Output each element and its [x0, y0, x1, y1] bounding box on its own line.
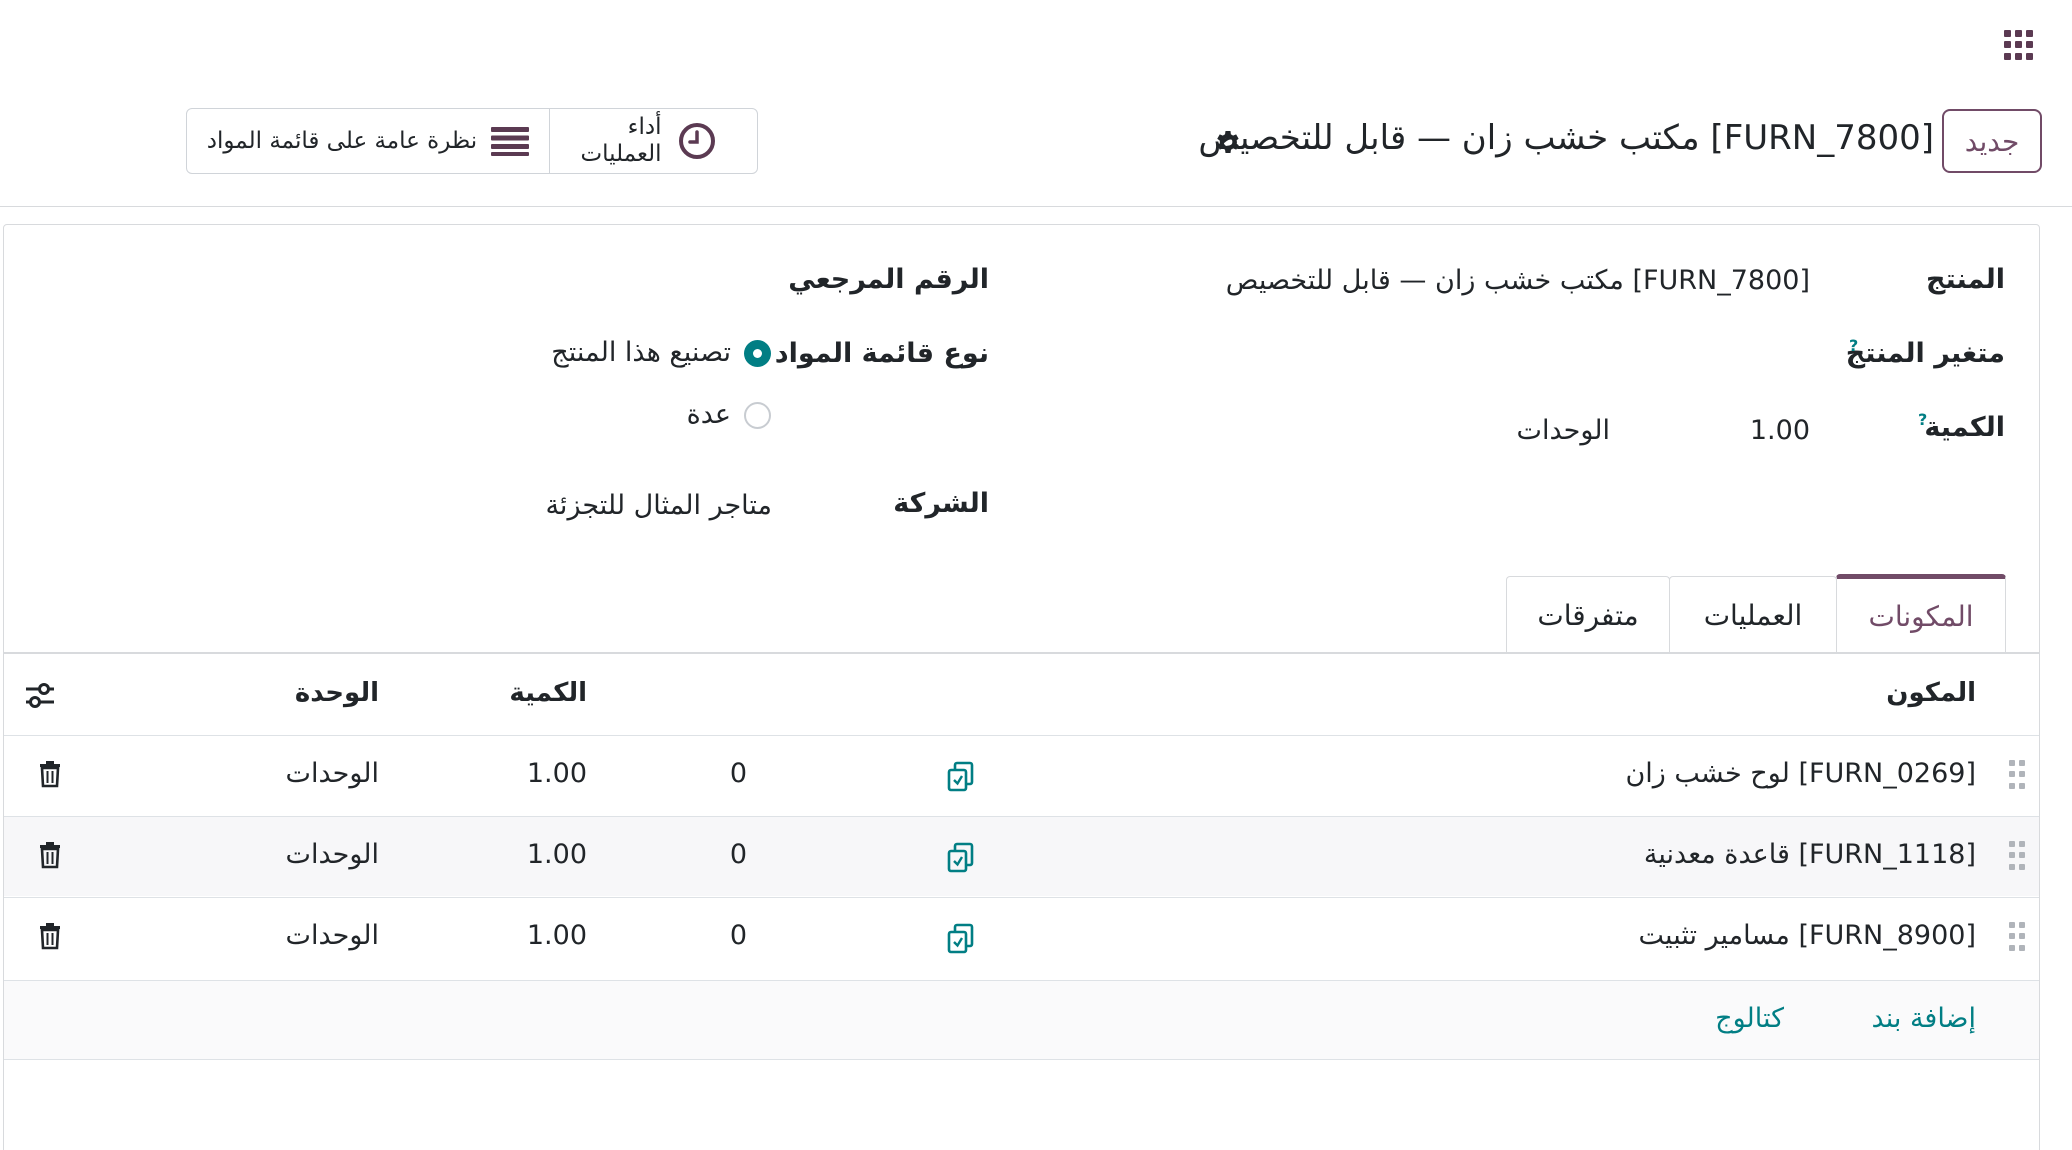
- quantity-label: الكمية: [1924, 412, 2005, 443]
- company-label: الشركة: [893, 488, 989, 519]
- gear-icon[interactable]: [1213, 127, 1243, 157]
- tab-operations[interactable]: العمليات: [1669, 576, 1837, 654]
- column-quantity[interactable]: الكمية: [509, 678, 587, 708]
- list-icon: [491, 127, 530, 156]
- tabs-separator: [3, 652, 2040, 654]
- product-field[interactable]: [FURN_7800] مكتب خشب زان — قابل للتخصيص: [1226, 265, 1810, 296]
- new-button[interactable]: جديد: [1942, 109, 2042, 173]
- copies-cell: 0: [729, 920, 747, 951]
- column-unit[interactable]: الوحدة: [295, 678, 379, 708]
- trash-icon[interactable]: [38, 922, 62, 950]
- table-row[interactable]: [FURN_8900] مسامير تثبيت 0 1.00 الوحدات: [4, 897, 2039, 977]
- quantity-cell[interactable]: 1.00: [527, 758, 587, 789]
- bom-overview-label: نظرة عامة على قائمة المواد: [206, 128, 478, 154]
- trash-icon[interactable]: [38, 841, 62, 869]
- quantity-cell[interactable]: 1.00: [527, 839, 587, 870]
- copy-icon[interactable]: [946, 760, 976, 792]
- bom-type-kit-label[interactable]: عدة: [687, 399, 731, 430]
- add-line-row: إضافة بند كتالوج: [4, 980, 2039, 1060]
- operations-performance-label: أداء العمليات: [580, 114, 662, 167]
- drag-handle-icon[interactable]: [2009, 922, 2025, 952]
- variant-help-icon[interactable]: ?: [1849, 336, 1858, 355]
- component-cell[interactable]: [FURN_1118] قاعدة معدنية: [1644, 839, 1976, 870]
- bom-type-label: نوع قائمة المواد: [774, 338, 989, 369]
- operations-performance-button[interactable]: أداء العمليات: [549, 109, 757, 173]
- bom-type-kit-radio[interactable]: [744, 402, 771, 429]
- clock-icon: [678, 123, 715, 159]
- trash-icon[interactable]: [38, 760, 62, 788]
- copy-icon[interactable]: [946, 841, 976, 873]
- unit-cell[interactable]: الوحدات: [286, 758, 379, 789]
- header-separator: [0, 206, 2072, 207]
- components-table-header: المكون الكمية الوحدة: [4, 656, 2039, 736]
- apps-grid-icon[interactable]: [2004, 30, 2034, 60]
- quantity-help-icon[interactable]: ?: [1918, 410, 1927, 429]
- unit-cell[interactable]: الوحدات: [286, 920, 379, 951]
- tab-components[interactable]: المكونات: [1836, 574, 2006, 654]
- product-variant-label: متغير المنتج: [1845, 338, 2005, 369]
- component-cell[interactable]: [FURN_0269] لوح خشب زان: [1625, 758, 1976, 789]
- drag-handle-icon[interactable]: [2009, 841, 2025, 871]
- unit-cell[interactable]: الوحدات: [286, 839, 379, 870]
- bom-overview-button[interactable]: نظرة عامة على قائمة المواد: [187, 109, 549, 173]
- column-component[interactable]: المكون: [1886, 678, 1976, 708]
- table-row[interactable]: [FURN_1118] قاعدة معدنية 0 1.00 الوحدات: [4, 816, 2039, 896]
- quantity-field[interactable]: 1.00: [1750, 415, 1810, 446]
- smart-buttons: نظرة عامة على قائمة المواد أداء العمليات: [186, 108, 758, 174]
- record-title: [FURN_7800] مكتب خشب زان — قابل للتخصيص: [1198, 118, 1934, 158]
- company-field[interactable]: متاجر المثال للتجزئة: [545, 490, 772, 521]
- quantity-uom-field[interactable]: الوحدات: [1517, 415, 1610, 446]
- tab-miscellaneous[interactable]: متفرقات: [1506, 576, 1670, 654]
- reference-label: الرقم المرجعي: [788, 264, 989, 295]
- bom-type-manufacture-label[interactable]: تصنيع هذا المنتج: [551, 337, 731, 368]
- quantity-cell[interactable]: 1.00: [527, 920, 587, 951]
- product-label: المنتج: [1926, 264, 2005, 295]
- add-line-link[interactable]: إضافة بند: [1872, 1003, 1976, 1034]
- table-row[interactable]: [FURN_0269] لوح خشب زان 0 1.00 الوحدات: [4, 735, 2039, 815]
- copies-cell: 0: [729, 839, 747, 870]
- drag-handle-icon[interactable]: [2009, 760, 2025, 790]
- component-cell[interactable]: [FURN_8900] مسامير تثبيت: [1639, 920, 1976, 951]
- bom-type-manufacture-radio[interactable]: [744, 340, 771, 367]
- optional-columns-icon[interactable]: [24, 682, 56, 710]
- copy-icon[interactable]: [946, 922, 976, 954]
- catalog-link[interactable]: كتالوج: [1715, 1003, 1784, 1034]
- copies-cell: 0: [729, 758, 747, 789]
